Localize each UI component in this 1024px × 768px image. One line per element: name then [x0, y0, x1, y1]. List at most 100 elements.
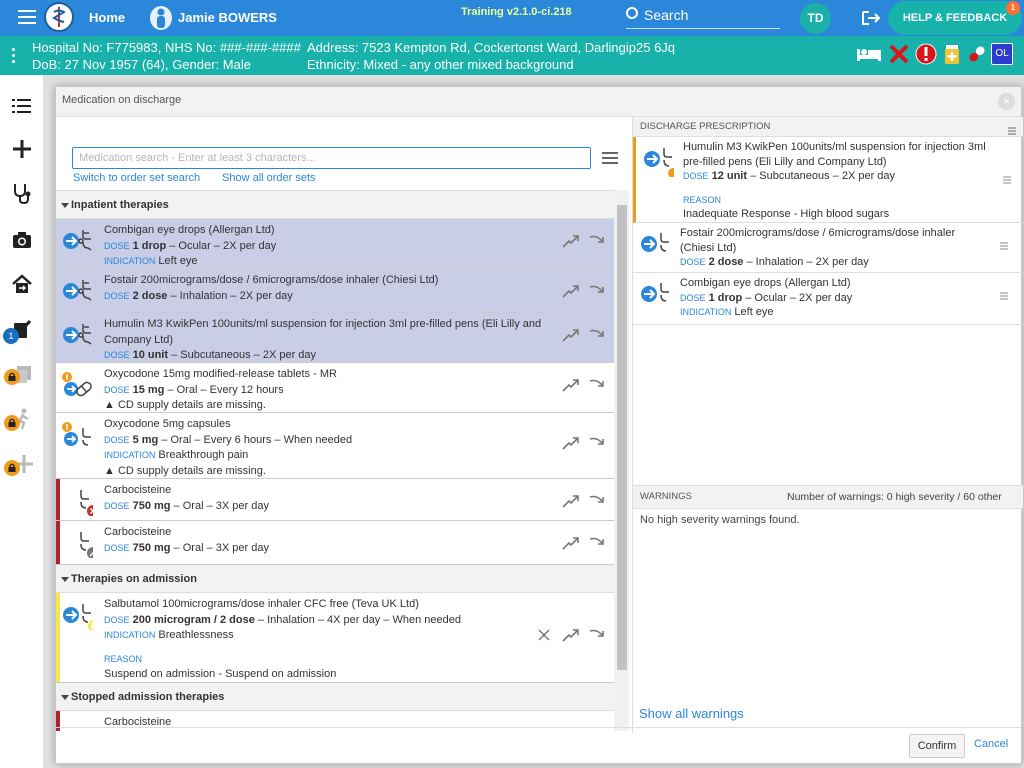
status-bar: [56, 521, 60, 564]
section-inpatient-therapies[interactable]: Inpatient therapies: [56, 191, 614, 219]
dose-label: DOSE: [104, 500, 130, 511]
continue-action-icon[interactable]: [587, 377, 607, 393]
dose-label: DOSE: [683, 171, 709, 181]
continue-action-icon[interactable]: [587, 627, 607, 643]
dose-value: 12 unit: [711, 170, 748, 182]
bed-icon[interactable]: [856, 43, 881, 65]
dose-label: DOSE: [104, 240, 130, 251]
close-icon[interactable]: [536, 627, 556, 643]
dose-value: 10 unit: [132, 349, 169, 361]
global-search[interactable]: Search: [626, 5, 780, 29]
medicine-prescribe-icon: [61, 278, 92, 304]
medication-on-discharge-dialog: Medication on discharge × Switch to orde…: [55, 86, 1023, 765]
item-menu-icon[interactable]: [1000, 291, 1008, 300]
menu-icon[interactable]: [18, 10, 36, 24]
continue-action-icon[interactable]: [587, 493, 607, 509]
search-options-menu-icon[interactable]: [602, 152, 618, 164]
patient-name[interactable]: Jamie BOWERS: [178, 10, 277, 25]
prescribe-action-icon[interactable]: [561, 327, 581, 343]
therapy-row[interactable]: Combigan eye drops (Allergan Ltd) DOSE 1…: [56, 219, 614, 269]
top-bar: Home Jamie BOWERS Training v2.1.0-ci.218…: [0, 0, 1024, 36]
continue-action-icon[interactable]: [587, 435, 607, 451]
discharge-item[interactable]: Fostair 200micrograms/dose / 6micrograms…: [633, 223, 1023, 273]
continue-action-icon[interactable]: [587, 233, 607, 249]
medication-bottle-icon[interactable]: [941, 43, 963, 65]
home-link[interactable]: Home: [89, 10, 125, 25]
item-menu-icon[interactable]: [1003, 175, 1011, 184]
scrollbar-thumb[interactable]: [617, 205, 627, 670]
indication-label: INDICATION: [104, 256, 156, 266]
medicine-prescribe-icon: [61, 322, 92, 348]
medication-name: Humulin M3 KwikPen 100units/ml suspensio…: [683, 141, 986, 168]
cancel-button[interactable]: Cancel: [974, 738, 1008, 750]
show-all-order-sets-link[interactable]: Show all order sets: [222, 172, 316, 184]
close-icon[interactable]: ×: [998, 93, 1015, 110]
section-stopped-admission-therapies[interactable]: Stopped admission therapies: [56, 683, 614, 711]
discharge-panel: DISCHARGE PRESCRIPTION Humulin M3 KwikPe…: [632, 117, 1023, 734]
continue-action-icon[interactable]: [587, 283, 607, 299]
show-all-warnings-link[interactable]: Show all warnings: [639, 706, 744, 721]
therapy-row[interactable]: Salbutamol 100micrograms/dose inhaler CF…: [56, 593, 614, 683]
prescribe-action-icon[interactable]: [561, 283, 581, 299]
tablet-icon: [61, 372, 92, 398]
dose-label: DOSE: [104, 290, 130, 301]
therapy-row[interactable]: Fostair 200micrograms/dose / 6micrograms…: [56, 269, 614, 313]
therapy-row[interactable]: Carbocisteine DOSE 750 mg – Oral – 3X pe…: [56, 521, 614, 565]
discharge-item[interactable]: Humulin M3 KwikPen 100units/ml suspensio…: [633, 137, 1023, 223]
indication-value: Left eye: [734, 306, 774, 318]
section-therapies-on-admission[interactable]: Therapies on admission: [56, 565, 614, 593]
therapy-row[interactable]: Carbocisteine DOSE 750 mg – Oral – 3X pe…: [56, 479, 614, 521]
discharge-prescription-header: DISCHARGE PRESCRIPTION: [633, 117, 1023, 137]
medicine-prescribe-icon: [61, 422, 91, 448]
medication-search-field[interactable]: [73, 148, 590, 168]
medication-name: Combigan eye drops (Allergan Ltd): [104, 224, 275, 236]
prescribe-action-icon[interactable]: [561, 377, 581, 393]
confirm-button[interactable]: Confirm: [909, 734, 965, 758]
header-menu-icon[interactable]: [1008, 123, 1016, 135]
patient-address: Address: 7523 Kempton Rd, Cockertonst Wa…: [307, 40, 676, 55]
indication-value: Left eye: [158, 255, 198, 267]
therapy-row[interactable]: Humulin M3 KwikPen 100units/ml suspensio…: [56, 313, 614, 363]
logout-icon[interactable]: [861, 10, 881, 26]
route-frequency: – Oral – Every 6 hours – When needed: [158, 433, 353, 446]
pill-icon[interactable]: [966, 43, 988, 65]
cd-warning: CD supply details are missing.: [117, 399, 266, 411]
route-frequency: – Inhalation – 4X per day – When needed: [254, 613, 461, 626]
prescribe-action-icon[interactable]: [561, 493, 581, 509]
add-icon[interactable]: [11, 138, 33, 160]
prescribe-action-icon[interactable]: [561, 233, 581, 249]
stethoscope-icon[interactable]: [11, 182, 33, 205]
user-avatar[interactable]: TD: [800, 3, 831, 34]
discharge-item[interactable]: Combigan eye drops (Allergan Ltd) DOSE 1…: [633, 273, 1023, 325]
continue-action-icon[interactable]: [587, 327, 607, 343]
alert-icon[interactable]: [915, 43, 937, 65]
prescribed-medicine-icon: [639, 281, 669, 307]
resus-x-icon[interactable]: [888, 43, 910, 65]
sidebar-badge: 1: [3, 328, 19, 344]
prescribe-action-icon[interactable]: [561, 627, 581, 643]
dose-value: 1 drop: [708, 291, 743, 304]
order-set-search-link[interactable]: Switch to order set search: [73, 172, 200, 184]
prescribe-action-icon[interactable]: [561, 535, 581, 551]
route-frequency: – Oral – 3X per day: [170, 541, 269, 554]
item-menu-icon[interactable]: [1000, 241, 1008, 250]
dose-value: 2 dose: [132, 289, 168, 302]
cd-warning: CD supply details are missing.: [117, 464, 266, 477]
dialog-footer: Confirm Cancel: [56, 727, 1021, 765]
list-icon[interactable]: [11, 95, 33, 117]
indication-value: Breakthrough pain: [158, 449, 249, 461]
camera-icon[interactable]: [11, 229, 33, 251]
therapy-row[interactable]: Oxycodone 15mg modified-release tablets …: [56, 363, 614, 413]
therapy-row[interactable]: Oxycodone 5mg capsules DOSE 5 mg – Oral …: [56, 413, 614, 479]
app-logo[interactable]: [44, 2, 74, 32]
discharge-home-icon[interactable]: [11, 273, 33, 295]
medication-name: Humulin M3 KwikPen 100units/ml suspensio…: [104, 318, 542, 346]
more-icon[interactable]: [12, 48, 16, 64]
help-feedback-button[interactable]: HELP & FEEDBACK 1: [888, 1, 1022, 35]
medication-search-input[interactable]: [72, 147, 591, 169]
ol-badge[interactable]: OL: [991, 43, 1013, 65]
continue-action-icon[interactable]: [587, 535, 607, 551]
reason-value: Suspend on admission - Suspend on admiss…: [104, 668, 337, 680]
therapy-list-scrollbar[interactable]: [614, 190, 629, 731]
prescribe-action-icon[interactable]: [561, 435, 581, 451]
